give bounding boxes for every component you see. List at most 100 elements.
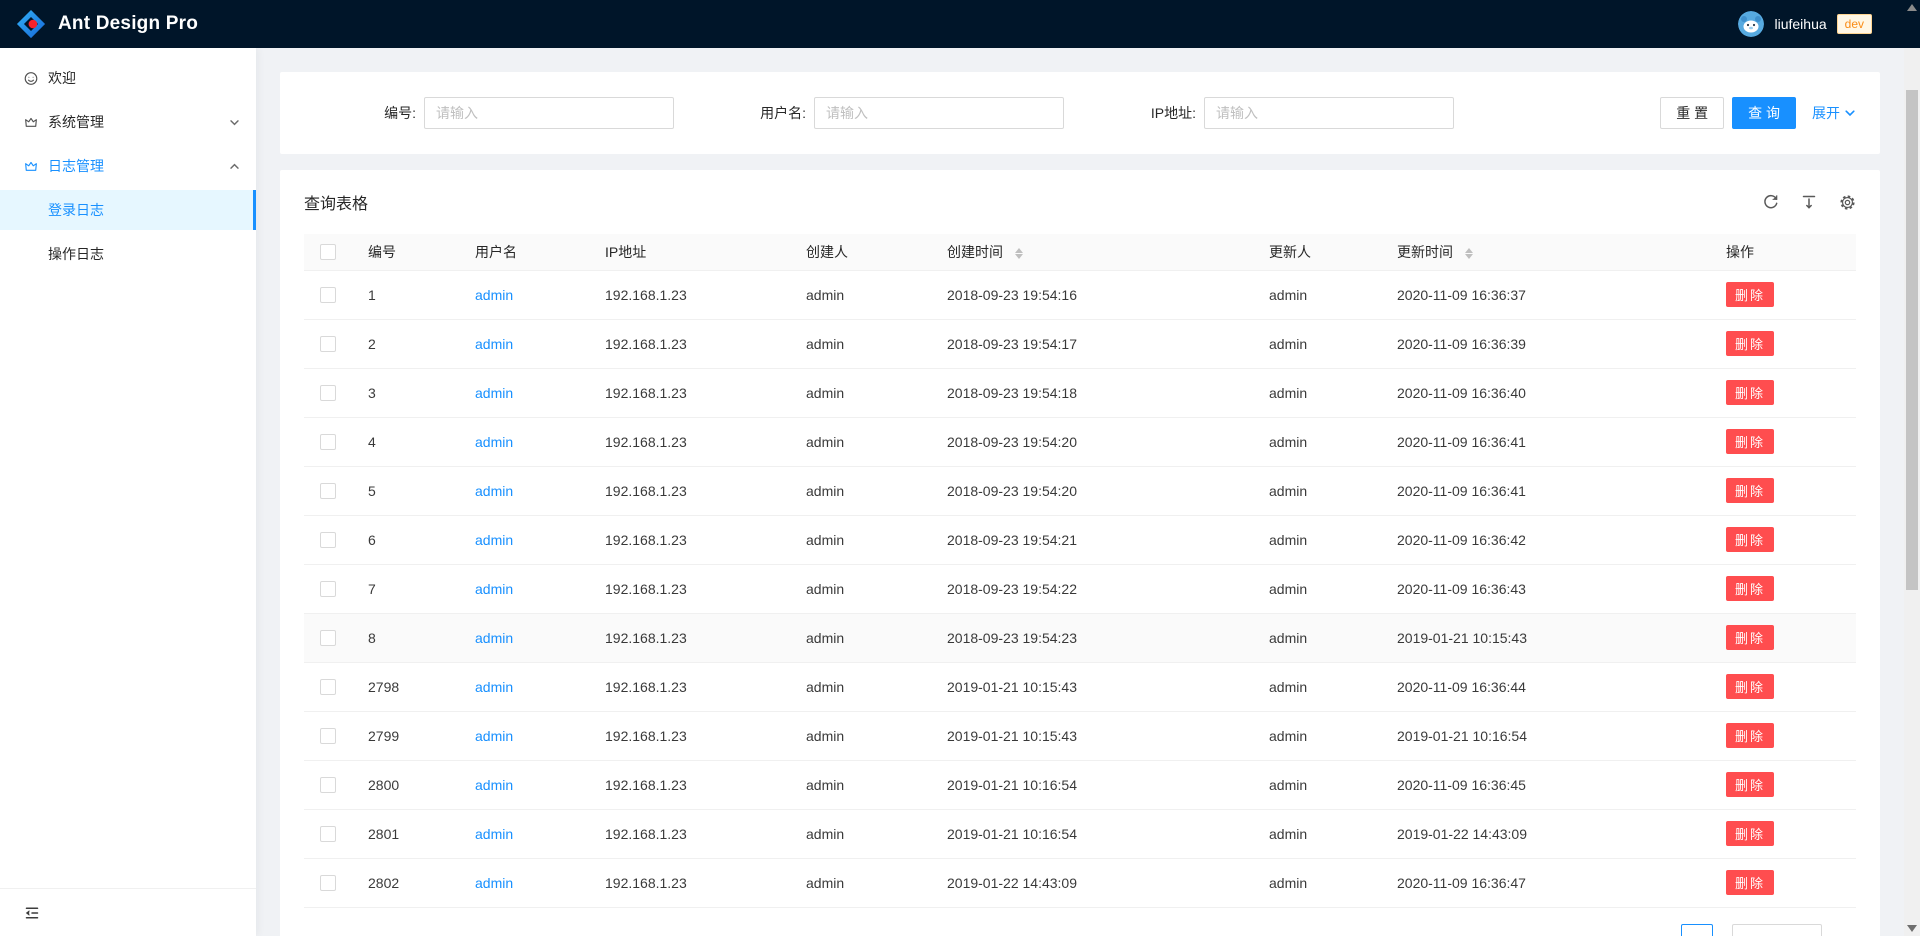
cell-updated: 2020-11-09 16:36:43 [1381, 564, 1710, 613]
delete-button[interactable]: 删除 [1726, 821, 1774, 846]
reload-icon[interactable] [1763, 194, 1779, 210]
cell-created: 2018-09-23 19:54:17 [931, 319, 1253, 368]
menu-fold-icon[interactable] [24, 905, 40, 921]
cell-created: 2019-01-21 10:15:43 [931, 662, 1253, 711]
delete-button[interactable]: 删除 [1726, 331, 1774, 356]
cell-updater: admin [1253, 564, 1381, 613]
delete-button[interactable]: 删除 [1726, 576, 1774, 601]
pagination-size-select[interactable] [1732, 924, 1822, 936]
vertical-scrollbar[interactable] [1904, 0, 1920, 936]
cell-creator: admin [790, 858, 931, 907]
sort-icon[interactable] [1465, 248, 1473, 259]
search-form: 编号: 用户名: IP地址: 重 置 查 询 展开 [304, 97, 1856, 129]
row-checkbox[interactable] [320, 875, 336, 891]
cell-id: 2 [352, 319, 459, 368]
settings-gear-icon[interactable] [1839, 194, 1856, 211]
sort-icon[interactable] [1015, 248, 1023, 259]
delete-button[interactable]: 删除 [1726, 429, 1774, 454]
username-link[interactable]: admin [475, 287, 513, 303]
username-link[interactable]: admin [475, 336, 513, 352]
delete-button[interactable]: 删除 [1726, 478, 1774, 503]
username-link[interactable]: admin [475, 777, 513, 793]
cell-id: 5 [352, 466, 459, 515]
id-input[interactable] [424, 97, 674, 129]
delete-button[interactable]: 删除 [1726, 625, 1774, 650]
delete-button[interactable]: 删除 [1726, 527, 1774, 552]
username-input[interactable] [814, 97, 1064, 129]
column-header-created[interactable]: 创建时间 [931, 234, 1253, 270]
username-link[interactable]: admin [475, 532, 513, 548]
sidebar-item-operation-log[interactable]: 操作日志 [0, 234, 256, 274]
cell-updated: 2020-11-09 16:36:37 [1381, 270, 1710, 319]
row-checkbox[interactable] [320, 826, 336, 842]
expand-link[interactable]: 展开 [1812, 103, 1856, 123]
delete-button[interactable]: 删除 [1726, 772, 1774, 797]
sidebar-item-system-management[interactable]: 系统管理 [0, 102, 256, 142]
row-checkbox[interactable] [320, 728, 336, 744]
query-button[interactable]: 查 询 [1732, 97, 1796, 129]
expand-label: 展开 [1812, 103, 1840, 123]
row-checkbox[interactable] [320, 336, 336, 352]
username-link[interactable]: admin [475, 875, 513, 891]
sidebar-item-log-management[interactable]: 日志管理 [0, 146, 256, 186]
column-header-updated[interactable]: 更新时间 [1381, 234, 1710, 270]
delete-button[interactable]: 删除 [1726, 870, 1774, 895]
username-link[interactable]: admin [475, 581, 513, 597]
cell-ip: 192.168.1.23 [589, 858, 790, 907]
logo-area[interactable]: Ant Design Pro [16, 9, 198, 39]
cell-ip: 192.168.1.23 [589, 760, 790, 809]
cell-updated: 2020-11-09 16:36:42 [1381, 515, 1710, 564]
scrollbar-up-arrow[interactable] [1907, 4, 1917, 11]
cell-updated: 2020-11-09 16:36:45 [1381, 760, 1710, 809]
row-checkbox[interactable] [320, 434, 336, 450]
delete-button[interactable]: 删除 [1726, 282, 1774, 307]
row-checkbox[interactable] [320, 287, 336, 303]
username-link[interactable]: admin [475, 434, 513, 450]
table-row: 2802 admin 192.168.1.23 admin 2019-01-22… [304, 858, 1856, 907]
cell-id: 2798 [352, 662, 459, 711]
row-checkbox[interactable] [320, 777, 336, 793]
column-height-icon[interactable] [1801, 194, 1817, 210]
username-link[interactable]: admin [475, 728, 513, 744]
table-row: 3 admin 192.168.1.23 admin 2018-09-23 19… [304, 368, 1856, 417]
sidebar-item-label: 操作日志 [48, 244, 104, 264]
delete-button[interactable]: 删除 [1726, 674, 1774, 699]
reset-button[interactable]: 重 置 [1660, 97, 1724, 129]
cell-created: 2018-09-23 19:54:20 [931, 417, 1253, 466]
cell-creator: admin [790, 417, 931, 466]
select-all-checkbox[interactable] [320, 244, 336, 260]
sidebar-item-login-log[interactable]: 登录日志 [0, 190, 256, 230]
username-link[interactable]: admin [475, 385, 513, 401]
scrollbar-thumb[interactable] [1906, 90, 1918, 590]
sidebar-item-welcome[interactable]: 欢迎 [0, 58, 256, 98]
app-title: Ant Design Pro [58, 13, 198, 35]
cell-updater: admin [1253, 809, 1381, 858]
table-row: 2798 admin 192.168.1.23 admin 2019-01-21… [304, 662, 1856, 711]
cell-updated: 2019-01-21 10:15:43 [1381, 613, 1710, 662]
username-link[interactable]: admin [475, 483, 513, 499]
username-link[interactable]: admin [475, 630, 513, 646]
row-checkbox[interactable] [320, 630, 336, 646]
scrollbar-down-arrow[interactable] [1907, 925, 1917, 932]
row-checkbox[interactable] [320, 385, 336, 401]
cell-updated: 2020-11-09 16:36:40 [1381, 368, 1710, 417]
cell-updater: admin [1253, 319, 1381, 368]
cell-updated: 2019-01-21 10:16:54 [1381, 711, 1710, 760]
username-link[interactable]: admin [475, 826, 513, 842]
cell-creator: admin [790, 662, 931, 711]
username-link[interactable]: admin [475, 679, 513, 695]
row-checkbox[interactable] [320, 581, 336, 597]
cell-creator: admin [790, 515, 931, 564]
delete-button[interactable]: 删除 [1726, 380, 1774, 405]
row-checkbox[interactable] [320, 679, 336, 695]
ip-input[interactable] [1204, 97, 1454, 129]
delete-button[interactable]: 删除 [1726, 723, 1774, 748]
row-checkbox[interactable] [320, 532, 336, 548]
user-avatar[interactable] [1738, 11, 1764, 37]
table-row: 2 admin 192.168.1.23 admin 2018-09-23 19… [304, 319, 1856, 368]
row-checkbox[interactable] [320, 483, 336, 499]
sidebar-menu: 欢迎 系统管理 日志管理 登录日志 [0, 48, 256, 278]
pagination-page-button[interactable] [1681, 924, 1713, 936]
header-user-area[interactable]: liufeihua dev [1738, 11, 1904, 37]
cell-updater: admin [1253, 858, 1381, 907]
